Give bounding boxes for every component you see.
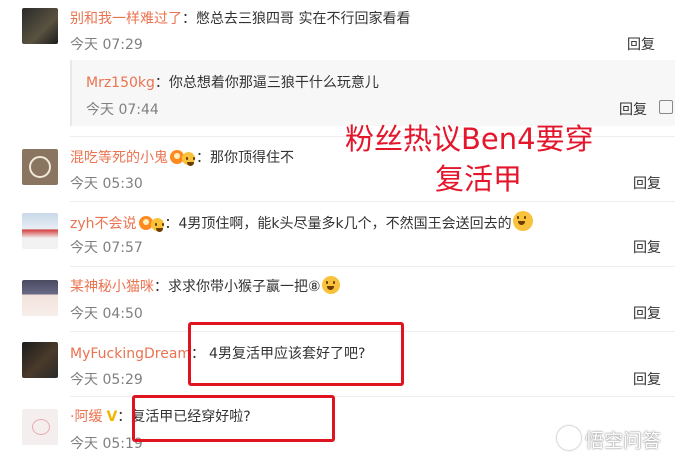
avatar[interactable]: [22, 280, 58, 316]
wukong-logo-icon: [556, 426, 581, 450]
comment-username[interactable]: ·阿缓: [70, 409, 102, 425]
sub-reply-time: 今天 07:44: [86, 102, 159, 118]
sad-emoji-icon: [321, 276, 340, 294]
reply-button[interactable]: 回复: [633, 173, 661, 193]
sub-reply-username[interactable]: Mrz150kg: [86, 75, 155, 91]
like-icon[interactable]: [659, 100, 673, 114]
highlight-box: [132, 395, 335, 442]
overlay-caption-line1: 粉丝热议Ben4要穿: [345, 122, 594, 156]
avatar-bunny-icon: [32, 419, 50, 435]
comment-line: 别和我一样难过了：憋总去三狼四哥 实在不行回家看看: [70, 11, 411, 27]
comment-time: 今天 07:57: [70, 240, 143, 256]
comment-username[interactable]: 混吃等死的小鬼: [70, 150, 168, 166]
reply-button[interactable]: 回复: [633, 237, 661, 257]
reply-button[interactable]: 回复: [633, 303, 661, 323]
comment-item: zyh不会说 ：4男顶住啊，能k头尽量多k几个，不然国王会送回去的 今天 07:5…: [0, 202, 675, 266]
comment-line: zyh不会说 ：4男顶住啊，能k头尽量多k几个，不然国王会送回去的: [70, 211, 534, 233]
comment-item: 别和我一样难过了：憋总去三狼四哥 实在不行回家看看 今天 07:29 回复 Mr…: [0, 0, 675, 130]
comment-line: 混吃等死的小鬼 ：那你顶得住不: [70, 150, 294, 166]
smile-emoji-icon: [150, 218, 164, 232]
comment-text: 求求你带小猴子赢一把⑧: [168, 279, 321, 295]
verified-v-icon: V: [106, 409, 118, 425]
avatar[interactable]: [22, 409, 58, 445]
comment-username[interactable]: 别和我一样难过了: [70, 11, 182, 27]
watermark: 悟空问答: [556, 426, 661, 453]
comment-time: 今天 05:30: [70, 176, 143, 192]
comment-username[interactable]: MyFuckingDream: [70, 346, 191, 362]
avatar-emblem-icon: [29, 156, 51, 178]
comment-username[interactable]: 某神秘小猫咪: [70, 279, 154, 295]
comment-time: 今天 07:29: [70, 37, 143, 53]
scared-emoji-icon: [512, 211, 533, 231]
comment-text: 4男顶住啊，能k头尽量多k几个，不然国王会送回去的: [178, 216, 512, 232]
comment-username[interactable]: zyh不会说: [70, 216, 137, 232]
overlay-caption-line2: 复活甲: [435, 162, 523, 196]
comment-text: 憋总去三狼四哥 实在不行回家看看: [196, 11, 411, 27]
avatar[interactable]: [22, 8, 58, 44]
avatar[interactable]: [22, 342, 58, 378]
comment-line: 某神秘小猫咪：求求你带小猴子赢一把⑧: [70, 276, 341, 296]
avatar[interactable]: [22, 149, 58, 185]
sub-reply-line: Mrz150kg：你总想着你那逼三狼干什么玩意儿: [86, 75, 379, 91]
comment-time: 今天 04:50: [70, 306, 143, 322]
highlight-box: [188, 322, 404, 386]
comment-time: 今天 05:29: [70, 372, 143, 388]
avatar[interactable]: [22, 213, 58, 249]
smile-emoji-icon: [182, 152, 195, 166]
sub-reply-button[interactable]: 回复: [619, 99, 647, 119]
sub-reply-text: 你总想着你那逼三狼干什么玩意儿: [168, 75, 379, 91]
reply-button[interactable]: 回复: [633, 369, 661, 389]
comment-text: 那你顶得住不: [210, 150, 294, 166]
reply-button[interactable]: 回复: [627, 34, 655, 54]
